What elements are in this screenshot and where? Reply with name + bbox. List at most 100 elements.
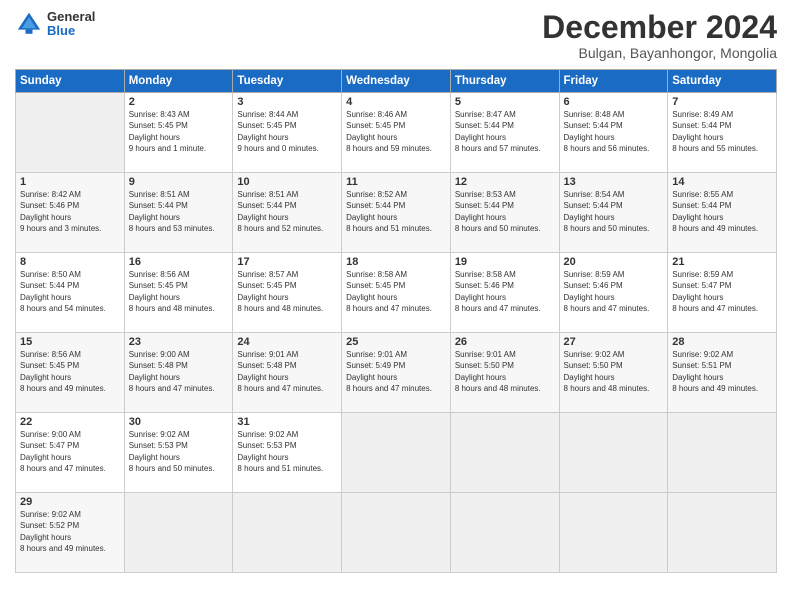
day-info: Sunrise: 8:51 AM Sunset: 5:44 PM Dayligh… xyxy=(129,189,229,234)
col-monday: Monday xyxy=(124,70,233,93)
day-info: Sunrise: 9:01 AM Sunset: 5:50 PM Dayligh… xyxy=(455,349,555,394)
header: General Blue December 2024 Bulgan, Bayan… xyxy=(15,10,777,61)
day-cell-19: 19 Sunrise: 8:58 AM Sunset: 5:46 PM Dayl… xyxy=(450,253,559,333)
logo-text: General Blue xyxy=(47,10,95,39)
day-cell-13: 13 Sunrise: 8:54 AM Sunset: 5:44 PM Dayl… xyxy=(559,173,668,253)
day-cell-26: 26 Sunrise: 9:01 AM Sunset: 5:50 PM Dayl… xyxy=(450,333,559,413)
logo: General Blue xyxy=(15,10,95,39)
day-cell-23: 23 Sunrise: 9:00 AM Sunset: 5:48 PM Dayl… xyxy=(124,333,233,413)
day-info: Sunrise: 8:53 AM Sunset: 5:44 PM Dayligh… xyxy=(455,189,555,234)
day-info: Sunrise: 8:54 AM Sunset: 5:44 PM Dayligh… xyxy=(564,189,664,234)
day-number: 25 xyxy=(346,336,446,348)
day-number: 30 xyxy=(129,416,229,428)
day-info: Sunrise: 8:59 AM Sunset: 5:47 PM Dayligh… xyxy=(672,269,772,314)
day-cell-17: 17 Sunrise: 8:57 AM Sunset: 5:45 PM Dayl… xyxy=(233,253,342,333)
day-cell-18: 18 Sunrise: 8:58 AM Sunset: 5:45 PM Dayl… xyxy=(342,253,451,333)
logo-icon xyxy=(15,10,43,38)
day-cell-10: 10 Sunrise: 8:51 AM Sunset: 5:44 PM Dayl… xyxy=(233,173,342,253)
day-number: 18 xyxy=(346,256,446,268)
title-area: December 2024 Bulgan, Bayanhongor, Mongo… xyxy=(542,10,777,61)
day-info: Sunrise: 8:52 AM Sunset: 5:44 PM Dayligh… xyxy=(346,189,446,234)
day-info: Sunrise: 8:43 AM Sunset: 5:45 PM Dayligh… xyxy=(129,109,229,154)
day-number: 15 xyxy=(20,336,120,348)
col-saturday: Saturday xyxy=(668,70,777,93)
day-number: 13 xyxy=(564,176,664,188)
day-number: 4 xyxy=(346,96,446,108)
col-sunday: Sunday xyxy=(16,70,125,93)
day-info: Sunrise: 8:44 AM Sunset: 5:45 PM Dayligh… xyxy=(237,109,337,154)
day-cell-30: 30 Sunrise: 9:02 AM Sunset: 5:53 PM Dayl… xyxy=(124,413,233,493)
empty-cell xyxy=(668,493,777,573)
day-cell-31: 31 Sunrise: 9:02 AM Sunset: 5:53 PM Dayl… xyxy=(233,413,342,493)
day-number: 14 xyxy=(672,176,772,188)
day-cell-11: 11 Sunrise: 8:52 AM Sunset: 5:44 PM Dayl… xyxy=(342,173,451,253)
empty-cell xyxy=(342,493,451,573)
empty-cell xyxy=(124,493,233,573)
day-info: Sunrise: 9:01 AM Sunset: 5:49 PM Dayligh… xyxy=(346,349,446,394)
col-thursday: Thursday xyxy=(450,70,559,93)
day-info: Sunrise: 9:02 AM Sunset: 5:50 PM Dayligh… xyxy=(564,349,664,394)
col-friday: Friday xyxy=(559,70,668,93)
day-info: Sunrise: 9:00 AM Sunset: 5:47 PM Dayligh… xyxy=(20,429,120,474)
calendar-week-6: 29 Sunrise: 9:02 AM Sunset: 5:52 PM Dayl… xyxy=(16,493,777,573)
day-info: Sunrise: 8:56 AM Sunset: 5:45 PM Dayligh… xyxy=(129,269,229,314)
day-info: Sunrise: 8:55 AM Sunset: 5:44 PM Dayligh… xyxy=(672,189,772,234)
day-info: Sunrise: 8:57 AM Sunset: 5:45 PM Dayligh… xyxy=(237,269,337,314)
day-number: 29 xyxy=(20,496,120,508)
day-cell-25: 25 Sunrise: 9:01 AM Sunset: 5:49 PM Dayl… xyxy=(342,333,451,413)
empty-cell xyxy=(450,493,559,573)
day-cell-27: 27 Sunrise: 9:02 AM Sunset: 5:50 PM Dayl… xyxy=(559,333,668,413)
day-number: 24 xyxy=(237,336,337,348)
day-info: Sunrise: 8:42 AM Sunset: 5:46 PM Dayligh… xyxy=(20,189,120,234)
day-number: 6 xyxy=(564,96,664,108)
day-info: Sunrise: 9:02 AM Sunset: 5:51 PM Dayligh… xyxy=(672,349,772,394)
calendar-week-2: 1 Sunrise: 8:42 AM Sunset: 5:46 PM Dayli… xyxy=(16,173,777,253)
day-info: Sunrise: 8:56 AM Sunset: 5:45 PM Dayligh… xyxy=(20,349,120,394)
day-info: Sunrise: 9:01 AM Sunset: 5:48 PM Dayligh… xyxy=(237,349,337,394)
empty-cell xyxy=(16,93,125,173)
empty-cell xyxy=(559,413,668,493)
day-number: 3 xyxy=(237,96,337,108)
day-cell-2: 2 Sunrise: 8:43 AM Sunset: 5:45 PM Dayli… xyxy=(124,93,233,173)
day-number: 17 xyxy=(237,256,337,268)
empty-cell xyxy=(559,493,668,573)
empty-cell xyxy=(233,493,342,573)
empty-cell xyxy=(668,413,777,493)
day-number: 12 xyxy=(455,176,555,188)
day-cell-6: 6 Sunrise: 8:48 AM Sunset: 5:44 PM Dayli… xyxy=(559,93,668,173)
col-tuesday: Tuesday xyxy=(233,70,342,93)
day-cell-20: 20 Sunrise: 8:59 AM Sunset: 5:46 PM Dayl… xyxy=(559,253,668,333)
location: Bulgan, Bayanhongor, Mongolia xyxy=(542,45,777,61)
day-info: Sunrise: 8:50 AM Sunset: 5:44 PM Dayligh… xyxy=(20,269,120,314)
day-cell-15: 15 Sunrise: 8:56 AM Sunset: 5:45 PM Dayl… xyxy=(16,333,125,413)
day-cell-5: 5 Sunrise: 8:47 AM Sunset: 5:44 PM Dayli… xyxy=(450,93,559,173)
day-info: Sunrise: 8:46 AM Sunset: 5:45 PM Dayligh… xyxy=(346,109,446,154)
day-cell-7: 7 Sunrise: 8:49 AM Sunset: 5:44 PM Dayli… xyxy=(668,93,777,173)
calendar-week-4: 15 Sunrise: 8:56 AM Sunset: 5:45 PM Dayl… xyxy=(16,333,777,413)
day-cell-9: 9 Sunrise: 8:51 AM Sunset: 5:44 PM Dayli… xyxy=(124,173,233,253)
day-info: Sunrise: 8:58 AM Sunset: 5:46 PM Dayligh… xyxy=(455,269,555,314)
day-info: Sunrise: 8:47 AM Sunset: 5:44 PM Dayligh… xyxy=(455,109,555,154)
logo-line1: General xyxy=(47,10,95,24)
day-info: Sunrise: 8:58 AM Sunset: 5:45 PM Dayligh… xyxy=(346,269,446,314)
day-cell-8: 8 Sunrise: 8:50 AM Sunset: 5:44 PM Dayli… xyxy=(16,253,125,333)
day-info: Sunrise: 9:00 AM Sunset: 5:48 PM Dayligh… xyxy=(129,349,229,394)
empty-cell xyxy=(450,413,559,493)
day-number: 2 xyxy=(129,96,229,108)
logo-line2: Blue xyxy=(47,24,95,38)
day-info: Sunrise: 8:48 AM Sunset: 5:44 PM Dayligh… xyxy=(564,109,664,154)
day-cell-14: 14 Sunrise: 8:55 AM Sunset: 5:44 PM Dayl… xyxy=(668,173,777,253)
header-row: Sunday Monday Tuesday Wednesday Thursday… xyxy=(16,70,777,93)
col-wednesday: Wednesday xyxy=(342,70,451,93)
day-info: Sunrise: 9:02 AM Sunset: 5:53 PM Dayligh… xyxy=(237,429,337,474)
day-cell-21: 21 Sunrise: 8:59 AM Sunset: 5:47 PM Dayl… xyxy=(668,253,777,333)
month-title: December 2024 xyxy=(542,10,777,45)
day-info: Sunrise: 9:02 AM Sunset: 5:53 PM Dayligh… xyxy=(129,429,229,474)
day-info: Sunrise: 8:51 AM Sunset: 5:44 PM Dayligh… xyxy=(237,189,337,234)
day-number: 16 xyxy=(129,256,229,268)
day-info: Sunrise: 8:49 AM Sunset: 5:44 PM Dayligh… xyxy=(672,109,772,154)
calendar-table: Sunday Monday Tuesday Wednesday Thursday… xyxy=(15,69,777,573)
calendar-week-1: 2 Sunrise: 8:43 AM Sunset: 5:45 PM Dayli… xyxy=(16,93,777,173)
day-number: 26 xyxy=(455,336,555,348)
day-number: 11 xyxy=(346,176,446,188)
